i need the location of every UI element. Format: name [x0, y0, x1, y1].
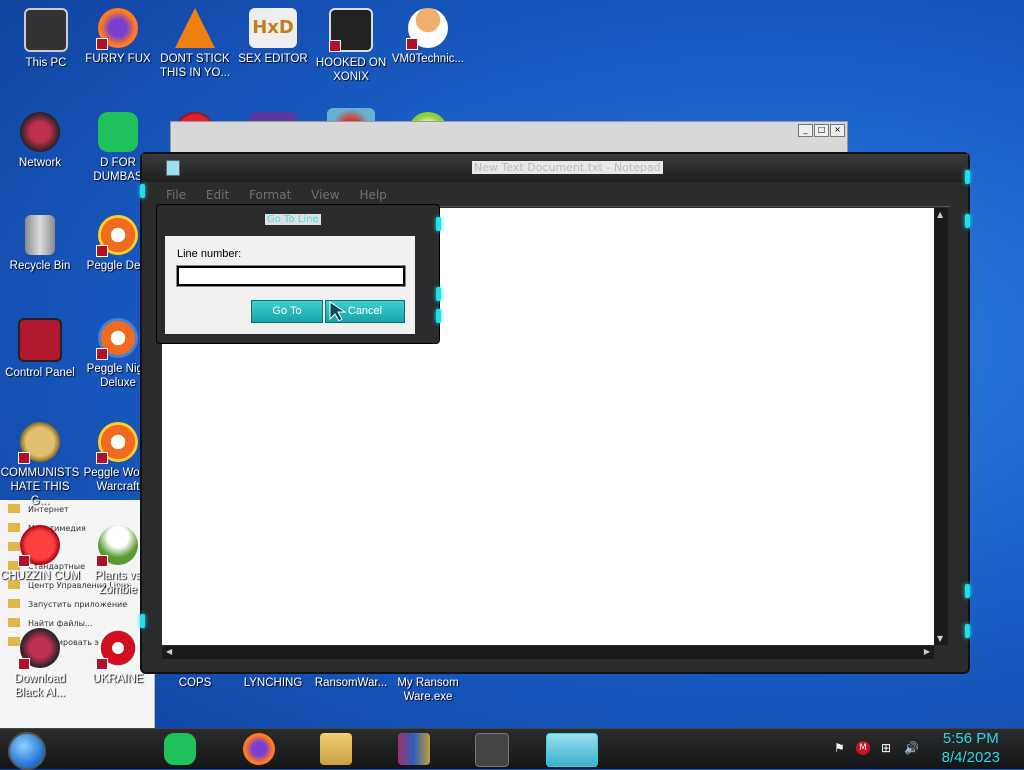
firefox-taskbar-icon[interactable] — [243, 733, 275, 765]
vlc-cone-icon — [175, 8, 215, 48]
menu-format[interactable]: Format — [249, 188, 291, 202]
ball-icon — [18, 628, 60, 670]
menu-help[interactable]: Help — [359, 188, 386, 202]
desktop-icon-ransomware[interactable]: RansomWar... — [311, 676, 391, 690]
desktop-icon-cops[interactable]: COPS — [155, 676, 235, 690]
horizontal-scrollbar[interactable]: ◀ ▶ — [162, 646, 934, 659]
desktop-icon-communists[interactable]: COMMUNISTS HATE THIS G... — [0, 422, 80, 508]
desktop-icon-chuzzin[interactable]: CHUZZIN CUM — [0, 525, 80, 583]
desktop-icon-lynching[interactable]: LYNCHING — [233, 676, 313, 690]
accent-light — [436, 309, 441, 323]
start-button[interactable] — [8, 732, 46, 770]
peggle-nights-icon — [96, 318, 138, 360]
cursor-arrow-icon — [329, 301, 347, 321]
notepad-taskbar-icon[interactable] — [546, 733, 598, 767]
computer-icon — [24, 8, 68, 52]
dialog-title: Go To Line — [265, 214, 321, 225]
accent-light — [436, 287, 441, 301]
cancel-button[interactable]: Cancel — [325, 300, 405, 323]
volume-icon[interactable]: 🔊 — [904, 741, 919, 755]
accent-light — [965, 624, 970, 638]
recycle-bin-icon — [25, 215, 55, 255]
clock-date: 8/4/2023 — [941, 749, 1000, 766]
accent-light — [965, 170, 970, 184]
dialog-body: Line number: Go To Cancel — [165, 236, 415, 334]
background-window: _ □ × — [170, 121, 848, 153]
desktop-icon-recycle-bin[interactable]: Recycle Bin — [0, 215, 80, 273]
scroll-right-icon[interactable]: ▶ — [924, 647, 930, 656]
vertical-scrollbar[interactable]: ▲ ▼ — [934, 208, 948, 645]
accent-light — [140, 614, 145, 628]
desktop-icon-my-ransomware[interactable]: My Ransom Ware.exe — [388, 676, 468, 704]
radiation-icon — [96, 628, 138, 670]
money-bag-icon — [18, 422, 60, 464]
clock-time: 5:56 PM — [942, 730, 999, 747]
firefox-icon — [96, 8, 138, 50]
flower-icon — [96, 525, 138, 567]
accent-light — [965, 214, 970, 228]
go-to-line-dialog: Go To Line Line number: Go To Cancel — [156, 204, 441, 344]
winrar-taskbar-icon[interactable] — [398, 733, 430, 765]
xonix-icon — [329, 8, 373, 52]
accent-light — [436, 217, 441, 231]
maximize-icon[interactable]: □ — [814, 124, 829, 137]
desktop-icon-vm0technic[interactable]: VM0Technic... — [388, 8, 468, 66]
control-panel-icon — [18, 318, 62, 362]
minimize-icon[interactable]: _ — [798, 124, 813, 137]
menu-edit[interactable]: Edit — [206, 188, 229, 202]
desktop-icon-this-pc[interactable]: This PC — [6, 8, 86, 70]
desktop-icon-network[interactable]: Network — [0, 112, 80, 170]
notepad-icon — [166, 160, 180, 176]
scroll-left-icon[interactable]: ◀ — [166, 647, 172, 656]
spotify-icon — [98, 112, 138, 152]
antivirus-icon[interactable]: M — [856, 741, 870, 755]
desktop-icon-furry-fux[interactable]: FURRY FUX — [78, 8, 158, 66]
clock[interactable]: 5:56 PM 8/4/2023 — [942, 729, 1000, 767]
line-number-input[interactable] — [176, 265, 406, 287]
network-icon — [20, 112, 60, 152]
scroll-down-icon[interactable]: ▼ — [937, 634, 943, 643]
title-bar[interactable]: New Text Document.txt - Notepad — [142, 154, 968, 182]
peggle-icon — [96, 215, 138, 257]
folder-taskbar-icon[interactable] — [320, 733, 352, 765]
peggle-wow-icon — [96, 422, 138, 464]
desktop-icon-hooked-on-xonix[interactable]: HOOKED ON XONIX — [311, 8, 391, 84]
desktop-icon-download-black[interactable]: Download Black Al... — [0, 628, 80, 700]
close-icon[interactable]: × — [830, 124, 845, 137]
flag-icon[interactable]: ⚑ — [834, 741, 845, 755]
accent-light — [965, 584, 970, 598]
scroll-up-icon[interactable]: ▲ — [937, 210, 943, 219]
taskbar: ⚑ M ⊞ 🔊 5:56 PM 8/4/2023 — [0, 728, 1024, 770]
accent-light — [140, 184, 145, 198]
line-number-label: Line number: — [177, 248, 242, 260]
doctor-icon — [406, 8, 448, 50]
menu-file[interactable]: File — [166, 188, 186, 202]
windows-taskbar-icon[interactable] — [475, 733, 509, 767]
chuzzle-icon — [18, 525, 60, 567]
menu-view[interactable]: View — [311, 188, 339, 202]
go-to-button[interactable]: Go To — [251, 300, 323, 323]
window-title: New Text Document.txt - Notepad — [472, 161, 663, 174]
network-tray-icon[interactable]: ⊞ — [881, 741, 891, 755]
spotify-taskbar-icon[interactable] — [164, 733, 196, 765]
desktop-icon-control-panel[interactable]: Control Panel — [0, 318, 80, 380]
desktop-icon-sex-editor[interactable]: HxD SEX EDITOR — [233, 8, 313, 66]
desktop-icon-dont-stick[interactable]: DONT STICK THIS IN YO... — [155, 8, 235, 80]
hxd-icon: HxD — [249, 8, 297, 48]
